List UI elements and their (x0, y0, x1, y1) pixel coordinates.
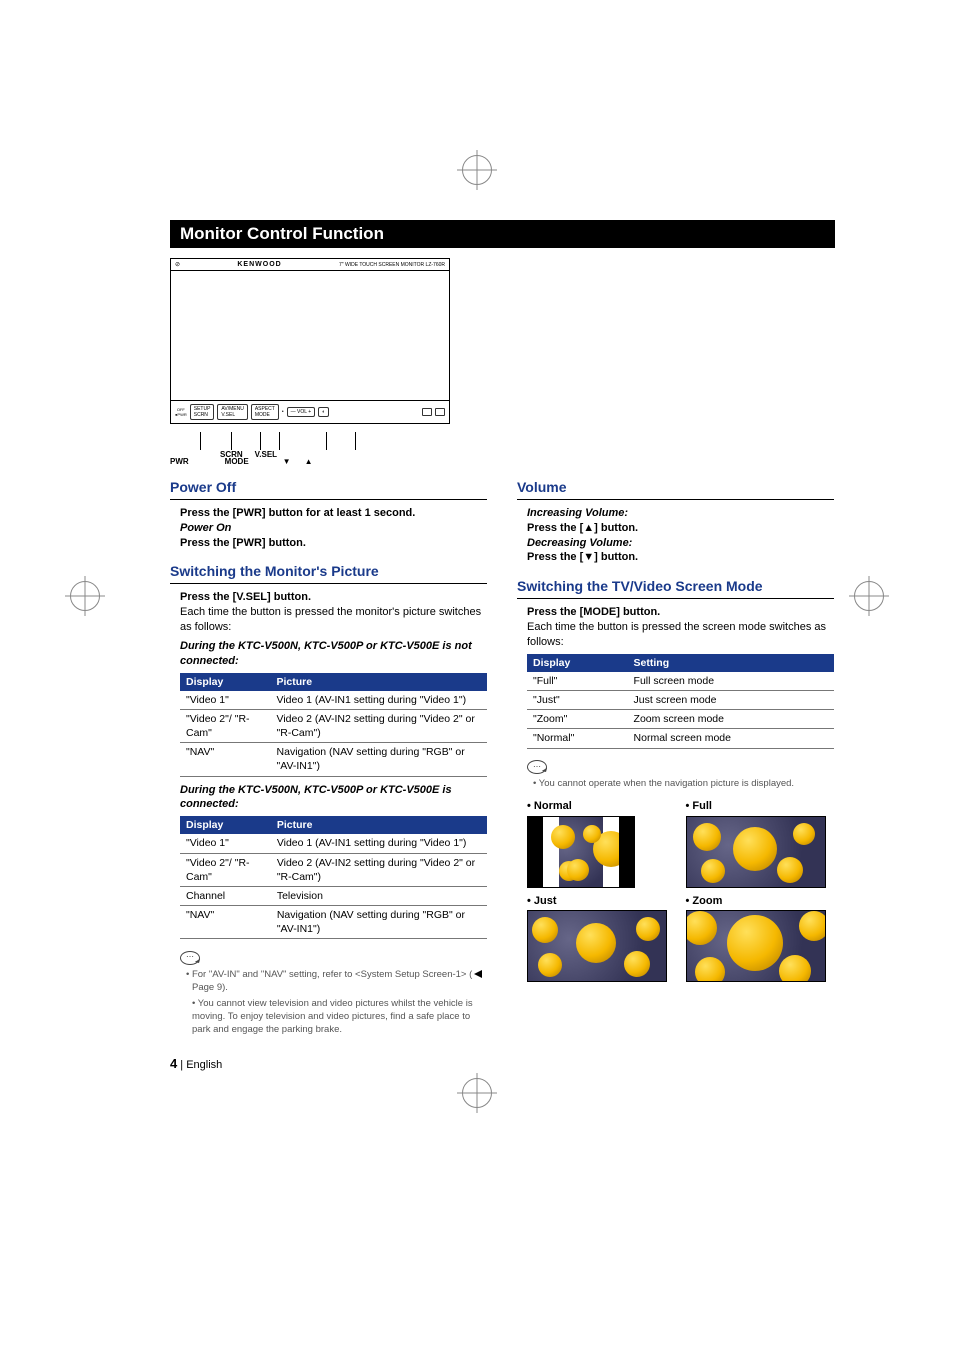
not-connected-heading: During the KTC-V500N, KTC-V500P or KTC-V… (180, 639, 487, 669)
device-brand: KENWOOD (237, 261, 281, 268)
th-display: Display (180, 816, 271, 834)
power-off-heading: Power Off (170, 478, 487, 500)
table-cell: "NAV" (180, 743, 271, 776)
table-cell: "Zoom" (527, 710, 628, 729)
power-off-instruction: Press the [PWR] button for at least 1 se… (180, 506, 487, 521)
page-footer: 4 | English (170, 1055, 487, 1073)
mode-just-label: Just (527, 894, 676, 909)
note-driving: You cannot view television and video pic… (180, 998, 487, 1036)
is-connected-heading: During the KTC-V500N, KTC-V500P or KTC-V… (180, 783, 487, 813)
table-cell: "Video 2"/ "R-Cam" (180, 709, 271, 742)
pwr-label: PWR (170, 457, 189, 466)
table-cell: "Video 1" (180, 834, 271, 853)
table-cell: "Full" (527, 672, 628, 691)
down-label: ▼ (283, 457, 291, 466)
table-cell: Just screen mode (628, 691, 834, 710)
table-cell: Video 1 (AV-IN1 setting during "Video 1"… (271, 834, 487, 853)
decreasing-volume-text: Press the [▼] button. (527, 550, 834, 565)
mode-zoom: Zoom (686, 894, 835, 983)
table-cell: "Normal" (527, 729, 628, 748)
table-cell: Channel (180, 886, 271, 905)
th-picture: Picture (271, 816, 487, 834)
th-display: Display (527, 654, 628, 672)
off-label: OFF●PWR (175, 407, 187, 417)
picture-table-is-connected: DisplayPicture "Video 1"Video 1 (AV-IN1 … (180, 816, 487, 939)
right-column: Volume Increasing Volume: Press the [▲] … (517, 466, 834, 1073)
mode-table: DisplaySetting "Full"Full screen mode "J… (527, 654, 834, 749)
decreasing-volume-heading: Decreasing Volume: (527, 536, 834, 551)
device-screen (171, 271, 449, 401)
setup-btn-icon: SETUPSCRN (190, 404, 215, 420)
table-cell: "Video 1" (180, 691, 271, 710)
mode-normal-label: Normal (527, 799, 676, 814)
note-avin-nav: For "AV-IN" and "NAV" setting, refer to … (180, 969, 487, 995)
page-arrow-icon (474, 970, 482, 978)
mode-label: MODE (225, 457, 249, 466)
th-display: Display (180, 673, 271, 691)
table-cell: Zoom screen mode (628, 710, 834, 729)
avmenu-btn-icon: AV/MENUV.SEL (217, 404, 247, 420)
table-cell: Normal screen mode (628, 729, 834, 748)
mode-btn-icon: ASPECTMODE (251, 404, 279, 420)
table-cell: Navigation (NAV setting during "RGB" or … (271, 906, 487, 939)
thumb-full (686, 816, 826, 888)
th-setting: Setting (628, 654, 834, 672)
thumb-normal (527, 816, 635, 888)
table-cell: "NAV" (180, 906, 271, 939)
table-cell: Video 2 (AV-IN2 setting during "Video 2"… (271, 853, 487, 886)
thumb-zoom (686, 910, 826, 982)
device-diagram: ⊘ KENWOOD 7" WIDE TOUCH SCREEN MONITOR L… (170, 258, 834, 466)
switch-mode-desc: Each time the button is pressed the scre… (527, 620, 834, 650)
note-icon: ⋯ (180, 951, 200, 965)
volume-heading: Volume (517, 478, 834, 500)
dimmer-btn-icon: ◐ (318, 407, 329, 417)
mode-full-label: Full (686, 799, 835, 814)
table-cell: "Just" (527, 691, 628, 710)
increasing-volume-text: Press the [▲] button. (527, 521, 834, 536)
section-banner: Monitor Control Function (170, 220, 835, 248)
note-icon: ⋯ (527, 760, 547, 774)
note-nav-picture: You cannot operate when the navigation p… (527, 778, 834, 791)
table-cell: Navigation (NAV setting during "RGB" or … (271, 743, 487, 776)
dot-icon: • (282, 409, 284, 415)
sensor-dot: ⊘ (175, 261, 180, 268)
mode-full: Full (686, 799, 835, 888)
mode-just: Just (527, 894, 676, 983)
table-cell: Video 1 (AV-IN1 setting during "Video 1"… (271, 691, 487, 710)
port-icon (422, 408, 432, 416)
switch-picture-desc: Each time the button is pressed the moni… (180, 605, 487, 635)
mode-normal: Normal (527, 799, 676, 888)
left-column: Power Off Press the [PWR] button for at … (170, 466, 487, 1073)
power-on-heading: Power On (180, 521, 487, 536)
up-label: ▲ (305, 457, 313, 466)
table-cell: Television (271, 886, 487, 905)
device-model: 7" WIDE TOUCH SCREEN MONITOR LZ-760R (339, 262, 445, 268)
port-icon (435, 408, 445, 416)
power-on-instruction: Press the [PWR] button. (180, 536, 487, 551)
footer-lang: English (186, 1059, 222, 1071)
thumb-just (527, 910, 667, 982)
switch-picture-heading: Switching the Monitor's Picture (170, 562, 487, 584)
mode-zoom-label: Zoom (686, 894, 835, 909)
switch-mode-heading: Switching the TV/Video Screen Mode (517, 577, 834, 599)
th-picture: Picture (271, 673, 487, 691)
table-cell: Video 2 (AV-IN2 setting during "Video 2"… (271, 709, 487, 742)
table-cell: Full screen mode (628, 672, 834, 691)
mode-instruction: Press the [MODE] button. (527, 605, 834, 620)
table-cell: "Video 2"/ "R-Cam" (180, 853, 271, 886)
vol-btn-icon: — VOL + (287, 407, 316, 417)
picture-table-not-connected: DisplayPicture "Video 1"Video 1 (AV-IN1 … (180, 673, 487, 777)
increasing-volume-heading: Increasing Volume: (527, 506, 834, 521)
footer-sep: | (177, 1059, 186, 1071)
vsel-instruction: Press the [V.SEL] button. (180, 590, 487, 605)
